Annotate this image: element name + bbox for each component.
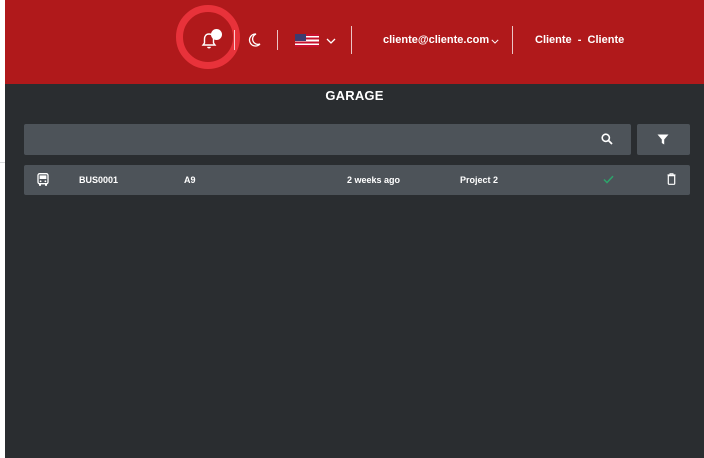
app-window: cliente@cliente.com Cliente - Cliente GA… [5, 0, 704, 458]
list-item[interactable]: BUS0001 A9 2 weeks ago Project 2 [24, 165, 690, 195]
vehicle-model: A9 [184, 175, 196, 185]
trash-icon[interactable] [667, 173, 676, 185]
flag-canton [295, 34, 306, 41]
search-icon[interactable] [601, 133, 613, 145]
divider [512, 26, 513, 54]
search-bar[interactable] [24, 124, 631, 155]
divider [277, 30, 278, 50]
top-bar: cliente@cliente.com Cliente - Cliente [5, 0, 704, 84]
filter-button[interactable] [637, 124, 690, 155]
filter-icon [657, 134, 669, 145]
last-updated: 2 weeks ago [347, 175, 401, 185]
search-input[interactable] [24, 124, 584, 155]
chevron-down-icon[interactable] [326, 38, 336, 44]
vehicle-code: BUS0001 [79, 175, 119, 185]
bus-icon [37, 173, 49, 186]
account-email[interactable]: cliente@cliente.com [383, 34, 489, 46]
divider [351, 26, 352, 54]
notification-dot [211, 29, 222, 40]
page-title: GARAGE [325, 88, 384, 103]
moon-icon[interactable] [248, 32, 262, 48]
chevron-down-icon[interactable] [491, 39, 499, 44]
divider [234, 30, 235, 50]
project-name: Project 2 [460, 175, 499, 185]
user-name: Cliente - Cliente [535, 34, 625, 46]
check-icon [603, 175, 614, 184]
us-flag-icon[interactable] [295, 34, 319, 47]
